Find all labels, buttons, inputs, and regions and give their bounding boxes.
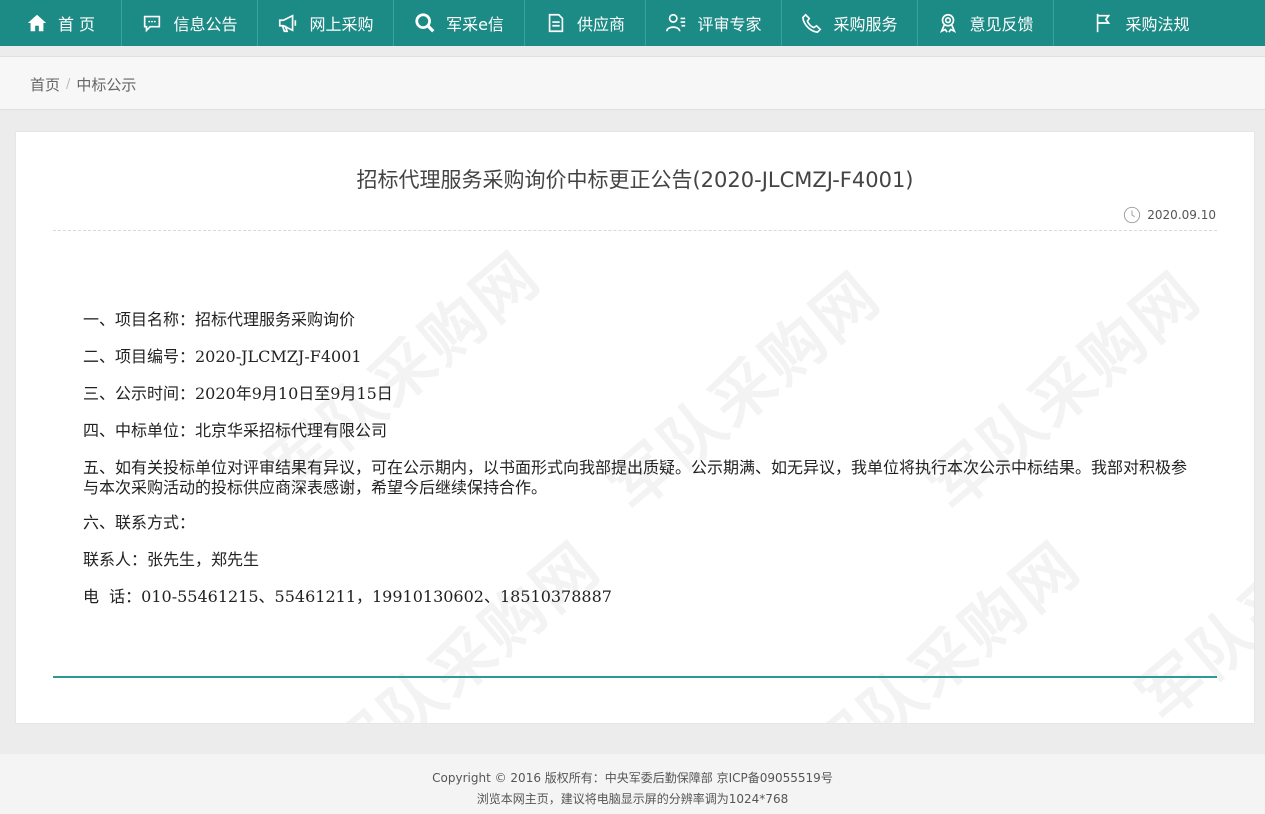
objection-notice-paragraph: 五、如有关投标单位对评审结果有异议，可在公示期内，以书面形式向我部提出质疑。公示… xyxy=(83,458,1188,497)
nav-item-home[interactable]: 首 页 xyxy=(0,0,122,46)
search-icon xyxy=(415,13,435,33)
article-body: 一、项目名称：招标代理服务采购询价 二、项目编号：2020-JLCMZJ-F40… xyxy=(83,310,1193,624)
nav-label: 首 页 xyxy=(57,15,96,34)
contact-person-line: 联系人：张先生，郑先生 xyxy=(83,550,260,569)
nav-item-regulations[interactable]: 采购法规 xyxy=(1054,0,1229,46)
nav-label: 评审专家 xyxy=(697,15,762,34)
article-title: 招标代理服务采购询价中标更正公告(2020-JLCMZJ-F4001) xyxy=(356,168,914,192)
nav-label: 采购服务 xyxy=(833,15,898,34)
resolution-notice: 浏览本网主页，建议将电脑显示屏的分辨率调为1024*768 xyxy=(476,792,789,806)
breadcrumb-separator: / xyxy=(66,77,71,92)
publicity-period-line: 三、公示时间：2020年9月10日至9月15日 xyxy=(83,384,393,403)
breadcrumb-bar: 首页 / 中标公示 xyxy=(0,56,1265,110)
footer: Copyright © 2016 版权所有：中央军委后勤保障部 京ICP备090… xyxy=(0,754,1265,814)
nav-label: 信息公告 xyxy=(173,15,238,34)
megaphone-icon xyxy=(279,14,297,33)
contact-phone-line: 电 话：010-55461215、55461211，19910130602、18… xyxy=(83,587,612,606)
article-date-text: 2020.09.10 xyxy=(1147,208,1216,222)
contact-heading: 六、联系方式： xyxy=(83,513,196,532)
clock-icon xyxy=(1124,206,1141,224)
content-bottom-divider xyxy=(53,676,1217,678)
nav-item-online-procurement[interactable]: 网上采购 xyxy=(258,0,394,46)
breadcrumb-current[interactable]: 中标公示 xyxy=(76,74,136,95)
document-icon xyxy=(548,13,564,33)
expert-icon xyxy=(666,13,686,32)
nav-label: 军采e信 xyxy=(446,15,504,34)
nav-item-experts[interactable]: 评审专家 xyxy=(646,0,782,46)
phone-icon xyxy=(802,13,822,34)
flag-icon xyxy=(1097,13,1111,33)
nav-item-e-message[interactable]: 军采e信 xyxy=(394,0,525,46)
award-icon xyxy=(940,13,957,33)
winning-bidder-line: 四、中标单位：北京华采招标代理有限公司 xyxy=(83,421,388,440)
nav-item-services[interactable]: 采购服务 xyxy=(782,0,918,46)
breadcrumb-home-link[interactable]: 首页 xyxy=(30,74,60,95)
nav-label: 供应商 xyxy=(576,15,625,34)
title-divider xyxy=(53,230,1217,231)
copyright-text: Copyright © 2016 版权所有：中央军委后勤保障部 京ICP备090… xyxy=(432,771,833,785)
nav-item-feedback[interactable]: 意见反馈 xyxy=(918,0,1054,46)
nav-item-announcements[interactable]: 信息公告 xyxy=(122,0,258,46)
nav-label: 网上采购 xyxy=(309,15,374,34)
top-navigation: 首 页 信息公告 网上采购 军采e信 供应商 评审专家 采购服务 意见反馈 采购… xyxy=(0,0,1265,46)
home-icon xyxy=(27,14,47,32)
article-date: 2020.09.10 xyxy=(1123,206,1216,224)
nav-item-suppliers[interactable]: 供应商 xyxy=(525,0,646,46)
breadcrumb: 首页 / 中标公示 xyxy=(30,74,136,95)
project-name-line: 一、项目名称：招标代理服务采购询价 xyxy=(83,310,356,329)
nav-label: 意见反馈 xyxy=(969,15,1034,34)
chat-icon xyxy=(144,15,161,33)
article-card: 军队采购网 军队采购网 军队采购网 军队采购网 军队采购网 军队采购网 招标代理… xyxy=(15,131,1255,724)
nav-label: 采购法规 xyxy=(1125,15,1190,34)
project-number-line: 二、项目编号：2020-JLCMZJ-F4001 xyxy=(83,347,362,366)
